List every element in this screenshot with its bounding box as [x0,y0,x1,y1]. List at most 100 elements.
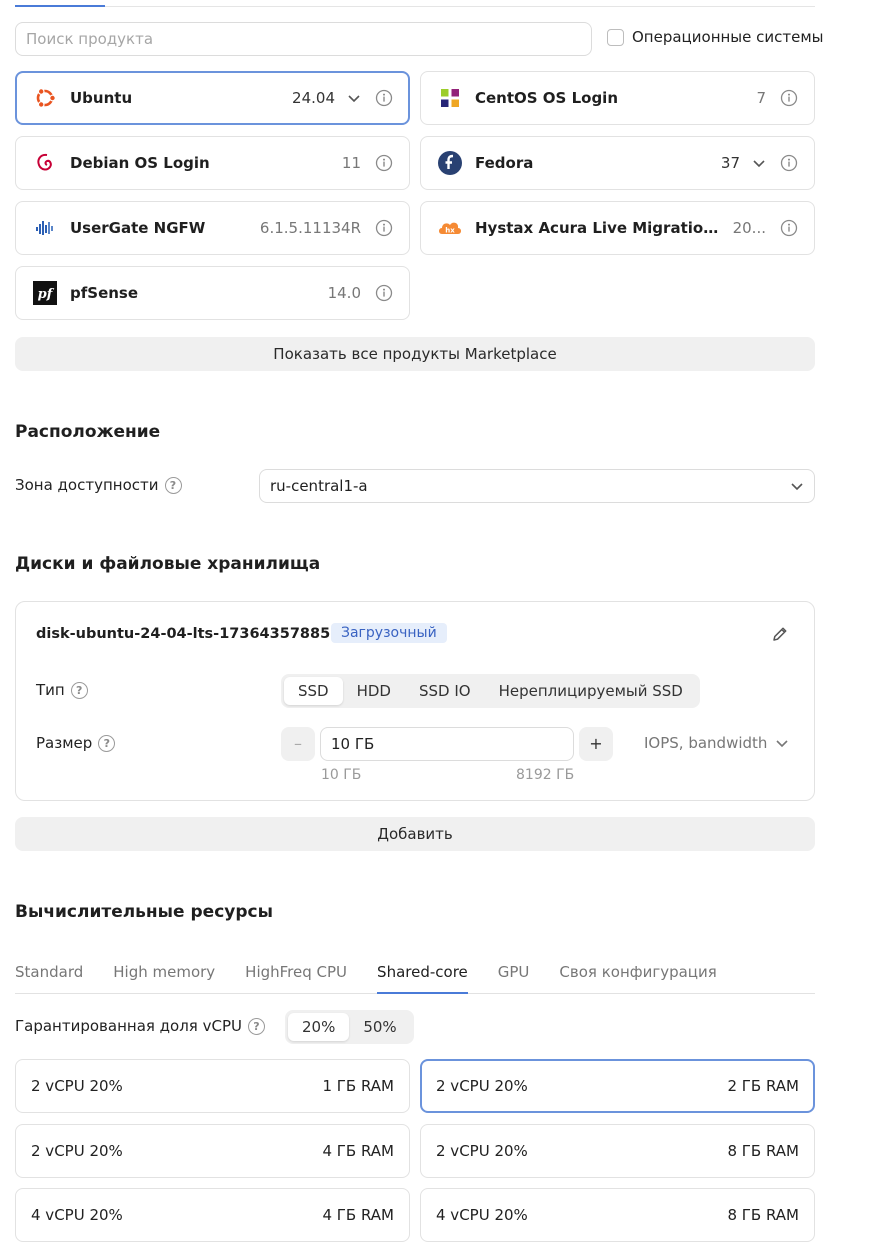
product-name: UserGate NGFW [70,219,206,237]
iops-label: IOPS, bandwidth [644,734,768,752]
size-label-group: Размер ? [36,734,116,752]
centos-logo-icon [437,85,463,111]
info-icon[interactable] [375,284,393,302]
config-ram: 4 ГБ RAM [322,1142,394,1160]
config-ram: 4 ГБ RAM [322,1206,394,1224]
info-icon[interactable] [375,154,393,172]
size-min-label: 10 ГБ [321,767,362,783]
product-card-centos[interactable]: CentOS OS Login 7 [420,71,815,125]
chevron-down-icon[interactable] [752,156,766,170]
fedora-logo-icon [437,150,463,176]
add-disk-button[interactable]: Добавить [15,817,815,851]
tab-gpu[interactable]: GPU [498,960,530,994]
product-name: Hystax Acura Live Migration to Y... [475,219,725,237]
config-card[interactable]: 2 vCPU 20% 8 ГБ RAM [420,1124,815,1178]
config-card[interactable]: 2 vCPU 20% 4 ГБ RAM [15,1124,410,1178]
product-card-hystax[interactable]: hx Hystax Acura Live Migration to Y... 2… [420,201,815,255]
product-version: 7 [756,89,766,107]
disk-type-nonreplicated-ssd[interactable]: Нереплицируемый SSD [485,677,697,705]
disk-type-hdd[interactable]: HDD [343,677,405,705]
os-filter-checkbox[interactable]: Операционные системы [607,28,824,46]
vcpu-share-label: Гарантированная доля vCPU [15,1017,242,1035]
disk-panel: disk-ubuntu-24-04-lts-1736435788528 Загр… [15,601,815,801]
info-icon[interactable] [375,89,393,107]
top-tab-indicator [15,5,105,7]
product-version: 11 [341,154,361,172]
compute-section-title: Вычислительные ресурсы [15,902,273,922]
config-card[interactable]: 2 vCPU 20% 2 ГБ RAM [420,1059,815,1113]
chevron-down-icon[interactable] [347,91,361,105]
help-icon[interactable]: ? [247,1017,265,1035]
boot-badge: Загрузочный [331,623,447,643]
config-cpu: 2 vCPU 20% [436,1142,528,1160]
vcpu-share-50[interactable]: 50% [349,1013,410,1041]
checkbox-box[interactable] [607,28,624,46]
help-icon[interactable]: ? [98,734,116,752]
tab-custom-config[interactable]: Своя конфигурация [559,960,716,994]
vcpu-share-20[interactable]: 20% [288,1013,350,1041]
tab-shared-core[interactable]: Shared-core [377,960,468,994]
config-cpu: 2 vCPU 20% [31,1077,123,1095]
config-ram: 8 ГБ RAM [727,1142,799,1160]
product-version: 37 [720,154,740,172]
ubuntu-logo-icon [32,85,58,111]
config-ram: 1 ГБ RAM [322,1077,394,1095]
info-icon[interactable] [780,89,798,107]
help-icon[interactable]: ? [70,681,88,699]
product-card-debian[interactable]: Debian OS Login 11 [15,136,410,190]
disk-type-ssd[interactable]: SSD [284,677,343,705]
config-cpu: 4 vCPU 20% [31,1206,123,1224]
svg-text:hx: hx [445,227,455,235]
top-divider [15,6,815,7]
product-name: Fedora [475,154,534,172]
config-card[interactable]: 2 vCPU 20% 1 ГБ RAM [15,1059,410,1113]
config-card[interactable]: 4 vCPU 20% 4 ГБ RAM [15,1188,410,1242]
product-version: 14.0 [327,284,361,302]
type-label: Тип [36,681,65,699]
edit-pencil-icon[interactable] [770,624,790,644]
config-ram: 2 ГБ RAM [727,1077,799,1095]
info-icon[interactable] [780,219,798,237]
vcpu-share-label-group: Гарантированная доля vCPU ? [15,1017,265,1035]
help-icon[interactable]: ? [164,476,182,494]
type-label-group: Тип ? [36,681,88,699]
show-all-marketplace-button[interactable]: Показать все продукты Marketplace [15,337,815,371]
product-card-usergate[interactable]: UserGate NGFW 6.1.5.11134R [15,201,410,255]
product-card-pfsense[interactable]: pf pfSense 14.0 [15,266,410,320]
svg-text:pf: pf [38,287,55,302]
size-label: Размер [36,734,93,752]
zone-label: Зона доступности [15,476,159,494]
config-ram: 8 ГБ RAM [727,1206,799,1224]
tab-highfreq-cpu[interactable]: HighFreq CPU [245,960,347,994]
config-cpu: 2 vCPU 20% [436,1077,528,1095]
product-name: CentOS OS Login [475,89,619,107]
product-card-ubuntu[interactable]: Ubuntu 24.04 [15,71,410,125]
disks-section-title: Диски и файловые хранилища [15,554,321,574]
iops-bandwidth-toggle[interactable]: IOPS, bandwidth [644,734,789,752]
product-version: 24.04 [292,89,335,107]
chevron-down-icon [776,740,788,748]
location-section-title: Расположение [15,422,161,442]
tab-high-memory[interactable]: High memory [113,960,215,994]
zone-select[interactable]: ru-central1-a [259,469,815,503]
product-card-fedora[interactable]: Fedora 37 [420,136,815,190]
info-icon[interactable] [780,154,798,172]
disk-name: disk-ubuntu-24-04-lts-1736435788528 [36,626,351,642]
disk-size-input[interactable] [320,727,574,761]
info-icon[interactable] [375,219,393,237]
disk-type-segmented[interactable]: SSD HDD SSD IO Нереплицируемый SSD [281,674,700,708]
product-name: Debian OS Login [70,154,210,172]
product-name: Ubuntu [70,89,133,107]
product-search-input[interactable] [15,22,592,56]
size-increment-button[interactable]: + [579,727,613,761]
config-card[interactable]: 4 vCPU 20% 8 ГБ RAM [420,1188,815,1242]
zone-label-group: Зона доступности ? [15,476,182,494]
usergate-logo-icon [32,215,58,241]
debian-logo-icon [32,150,58,176]
compute-tabs: Standard High memory HighFreq CPU Shared… [15,960,815,994]
size-decrement-button[interactable]: – [281,727,315,761]
disk-type-ssd-io[interactable]: SSD IO [405,677,485,705]
size-max-label: 8192 ГБ [516,767,575,783]
vcpu-share-segmented[interactable]: 20% 50% [285,1010,414,1044]
tab-standard[interactable]: Standard [15,960,83,994]
